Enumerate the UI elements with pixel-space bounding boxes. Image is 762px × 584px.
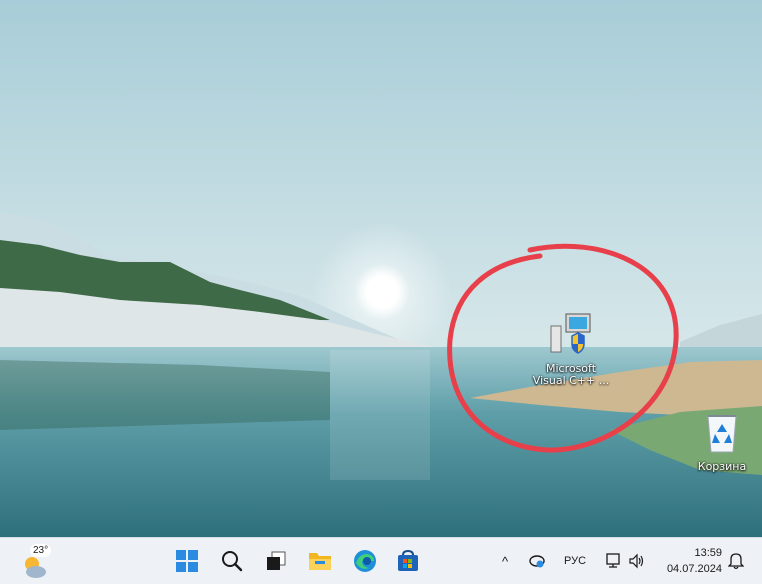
network-button[interactable]	[602, 550, 624, 572]
desktop-icon-visual-cpp[interactable]: Microsoft Visual C++ ...	[531, 308, 611, 387]
speaker-icon	[629, 553, 644, 569]
wallpaper	[0, 0, 762, 537]
language-indicator[interactable]: РУС	[558, 550, 592, 572]
chevron-up-icon: ^	[501, 553, 509, 569]
cloud-sync-icon	[529, 555, 545, 568]
desktop-icon-label: Корзина	[697, 460, 747, 473]
start-icon	[176, 550, 198, 572]
edge-icon	[354, 550, 376, 572]
file-explorer-button[interactable]	[303, 544, 337, 578]
clock[interactable]: 13:59 04.07.2024	[656, 545, 722, 577]
network-icon	[606, 553, 620, 568]
task-view-button[interactable]	[259, 544, 293, 578]
recycle-bin-icon	[707, 415, 737, 453]
search-button[interactable]	[215, 544, 249, 578]
clock-time: 13:59	[694, 547, 722, 559]
show-hidden-icons-button[interactable]: ^	[496, 550, 514, 572]
notifications-button[interactable]	[726, 550, 746, 572]
weather-widget[interactable]: 23°	[18, 544, 58, 580]
search-icon	[222, 551, 243, 572]
store-button[interactable]	[391, 544, 425, 578]
desktop[interactable]: Microsoft Visual C++ ... Корзина	[0, 0, 762, 537]
language-label: РУС	[563, 555, 587, 567]
desktop-icon-recycle-bin[interactable]: Корзина	[682, 410, 762, 473]
clock-date: 04.07.2024	[666, 563, 722, 575]
installer-shield-icon	[550, 313, 591, 354]
edge-button[interactable]	[348, 544, 382, 578]
store-icon	[398, 550, 418, 571]
start-button[interactable]	[170, 544, 204, 578]
task-view-icon	[267, 551, 286, 570]
bell-icon	[728, 553, 744, 570]
sync-tray-button[interactable]	[526, 550, 548, 572]
desktop-icon-label: Visual C++ ...	[532, 374, 610, 387]
taskbar: 23° ^ РУС 13:59 04.07.2024	[0, 537, 762, 584]
weather-temperature: 23°	[30, 544, 52, 557]
volume-button[interactable]	[626, 550, 648, 572]
file-explorer-icon	[309, 553, 331, 570]
